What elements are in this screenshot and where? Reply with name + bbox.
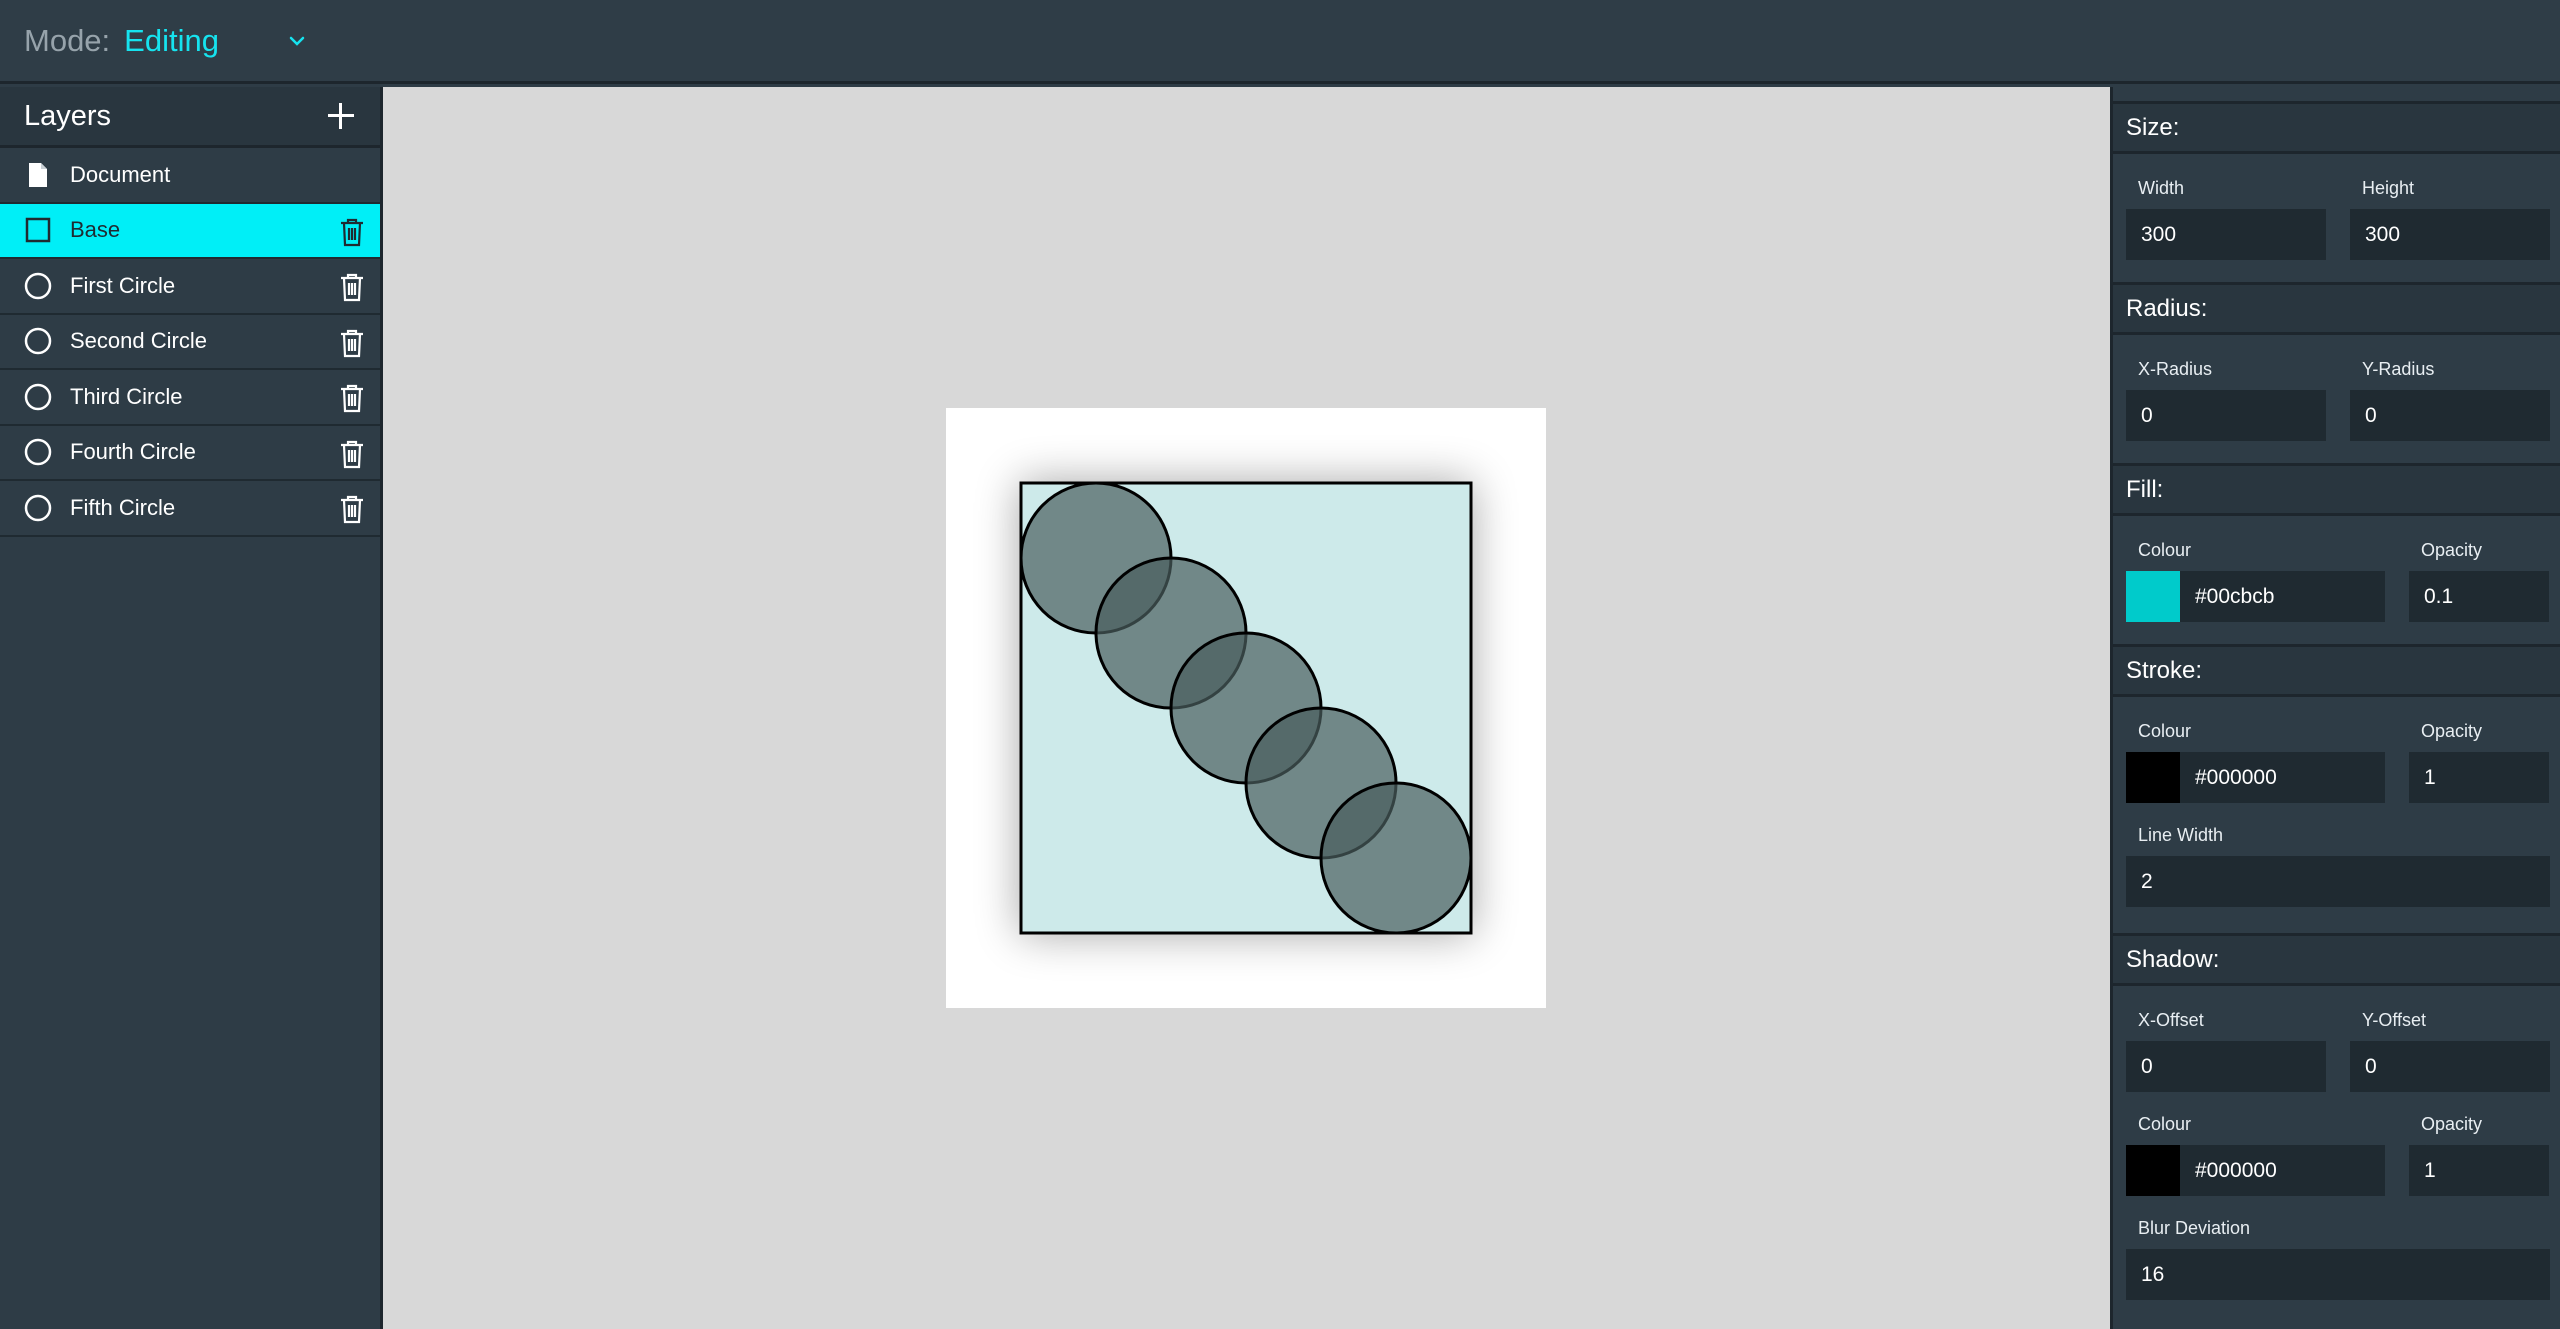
layer-item-fourth-circle[interactable]: Fourth Circle (0, 426, 380, 481)
x-offset-label: X-Offset (2138, 1010, 2204, 1030)
circle-icon (24, 494, 52, 522)
section-shadow-heading: Shadow: (2113, 933, 2560, 986)
shadow-opacity-field[interactable]: 1 (2409, 1145, 2549, 1196)
shadow-colour-swatch[interactable] (2126, 1145, 2180, 1196)
stroke-colour-field[interactable]: #000000 (2180, 752, 2385, 803)
props-top-spacer (2113, 87, 2560, 101)
layer-label: Second Circle (70, 328, 207, 354)
circle-icon (24, 383, 52, 411)
circle-icon (24, 272, 52, 300)
stroke-colour-swatch[interactable] (2126, 752, 2180, 803)
blur-deviation-label: Blur Deviation (2138, 1218, 2251, 1238)
properties-panel: Size: Width 300 Height 300 Radius: X-Rad… (2110, 87, 2560, 1329)
section-shadow: X-Offset 0 Y-Offset 0 Colour #000000 Opa… (2113, 986, 2560, 1310)
shadow-opacity-label: Opacity (2421, 1114, 2483, 1134)
shadow-colour-label: Colour (2138, 1114, 2192, 1134)
fifth-circle-shape[interactable] (1319, 781, 1473, 935)
trash-icon[interactable] (338, 272, 366, 302)
mode-label: Mode: (24, 22, 111, 58)
section-radius-heading: Radius: (2113, 282, 2560, 335)
shadow-colour-field[interactable]: #000000 (2180, 1145, 2385, 1196)
stroke-colour-label: Colour (2138, 721, 2192, 741)
layers-header: Layers (0, 87, 380, 148)
trash-icon[interactable] (338, 439, 366, 469)
layer-item-second-circle[interactable]: Second Circle (0, 315, 380, 370)
trash-icon[interactable] (338, 383, 366, 413)
y-offset-field[interactable]: 0 (2350, 1041, 2550, 1092)
section-stroke-heading: Stroke: (2113, 644, 2560, 697)
layer-label: First Circle (70, 272, 176, 298)
y-radius-field[interactable]: 0 (2350, 390, 2550, 441)
width-label: Width (2138, 178, 2185, 198)
height-label: Height (2362, 178, 2415, 198)
y-offset-label: Y-Offset (2362, 1010, 2427, 1030)
layer-label: Document (70, 161, 171, 187)
layer-item-document[interactable]: Document (0, 148, 380, 204)
section-size-heading: Size: (2113, 101, 2560, 154)
stroke-opacity-label: Opacity (2421, 721, 2483, 741)
x-radius-field[interactable]: 0 (2126, 390, 2326, 441)
layer-label: Fourth Circle (70, 439, 196, 465)
drawing-svg[interactable] (946, 408, 1546, 1008)
document-icon (24, 161, 52, 189)
layer-item-first-circle[interactable]: First Circle (0, 259, 380, 315)
layers-panel: Layers Document Base First Circle Second… (0, 87, 383, 1329)
section-radius: X-Radius 0 Y-Radius 0 (2113, 335, 2560, 463)
layer-item-base[interactable]: Base (0, 203, 380, 259)
layers-title: Layers (24, 99, 112, 132)
x-radius-label: X-Radius (2138, 359, 2213, 379)
fill-opacity-field[interactable]: 0.1 (2409, 571, 2549, 622)
top-bar: Mode: Editing (0, 0, 2560, 84)
layer-item-fifth-circle[interactable]: Fifth Circle (0, 481, 380, 537)
document-artboard[interactable] (946, 408, 1546, 1008)
canvas-area[interactable] (383, 87, 2110, 1329)
line-width-label: Line Width (2138, 825, 2224, 845)
layer-label: Fifth Circle (70, 494, 176, 520)
section-fill: Colour #00cbcb Opacity 0.1 (2113, 516, 2560, 644)
height-field[interactable]: 300 (2350, 209, 2550, 260)
section-fill-heading: Fill: (2113, 463, 2560, 516)
fill-opacity-label: Opacity (2421, 540, 2483, 560)
chevron-down-icon[interactable] (283, 27, 311, 55)
mode-select[interactable]: Editing (124, 23, 219, 59)
width-field[interactable]: 300 (2126, 209, 2326, 260)
trash-icon[interactable] (338, 328, 366, 358)
fill-colour-swatch[interactable] (2126, 571, 2180, 622)
x-offset-field[interactable]: 0 (2126, 1041, 2326, 1092)
fill-colour-label: Colour (2138, 540, 2192, 560)
section-size: Width 300 Height 300 (2113, 154, 2560, 282)
square-icon (24, 216, 52, 244)
layer-item-third-circle[interactable]: Third Circle (0, 370, 380, 426)
circle-icon (24, 438, 52, 466)
layer-label: Third Circle (70, 383, 183, 409)
circle-icon (24, 327, 52, 355)
stroke-opacity-field[interactable]: 1 (2409, 752, 2549, 803)
line-width-field[interactable]: 2 (2126, 856, 2550, 907)
fill-colour-field[interactable]: #00cbcb (2180, 571, 2385, 622)
trash-icon[interactable] (338, 217, 366, 247)
add-layer-icon[interactable] (326, 101, 356, 131)
blur-deviation-field[interactable]: 16 (2126, 1249, 2550, 1300)
section-stroke: Colour #000000 Opacity 1 Line Width 2 (2113, 697, 2560, 917)
y-radius-label: Y-Radius (2362, 359, 2435, 379)
trash-icon[interactable] (338, 494, 366, 524)
layer-label: Base (70, 217, 121, 243)
